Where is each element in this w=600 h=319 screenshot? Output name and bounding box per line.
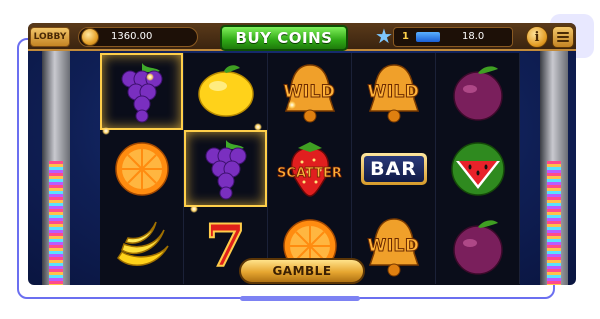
reel-cell-banana <box>100 207 184 284</box>
reel-cell-scatter: SCATTER <box>268 130 352 207</box>
reel-cell-orange <box>100 130 184 207</box>
reel-cell-wild: WILD <box>268 53 352 130</box>
sparkle <box>102 127 110 135</box>
bar-label: BAR <box>363 155 424 182</box>
right-pillar <box>540 51 568 285</box>
sparkle <box>254 123 262 131</box>
reel-cell-plum <box>436 207 520 284</box>
slot-game: LOBBY 1360.00 BUY COINS ★ 1 18.0 i WILD … <box>28 23 576 285</box>
coin-balance: 1360.00 <box>78 27 198 47</box>
wild-label: WILD <box>283 81 336 102</box>
lemon-icon <box>197 64 254 117</box>
level-progress-bar <box>416 32 440 42</box>
sparkle <box>190 205 198 213</box>
plum-icon <box>452 65 503 121</box>
banana-icon <box>116 221 169 266</box>
gamble-button[interactable]: GAMBLE <box>239 258 365 284</box>
menu-button[interactable] <box>552 26 574 48</box>
wild-label: WILD <box>367 235 420 256</box>
star-icon: ★ <box>375 24 393 48</box>
plum-icon <box>452 219 503 275</box>
sparkle <box>288 101 296 109</box>
level-bet-panel: 1 18.0 <box>393 27 513 47</box>
coin-icon <box>81 28 99 46</box>
left-pillar-lights <box>49 161 63 285</box>
sparkle <box>146 73 154 81</box>
reel-cell-plum <box>436 53 520 130</box>
coin-balance-value: 1360.00 <box>111 31 153 42</box>
reel-cell-wild: WILD <box>352 53 436 130</box>
buy-coins-button[interactable]: BUY COINS <box>220 25 348 51</box>
right-pillar-lights <box>547 161 561 285</box>
watermelon-icon <box>450 141 505 196</box>
grapes-icon <box>121 62 162 122</box>
bet-value: 18.0 <box>462 31 485 42</box>
orange-icon <box>114 141 169 196</box>
reel-cell-watermelon <box>436 130 520 207</box>
wild-label: WILD <box>367 81 420 102</box>
reels-grid: WILD WILD SCATTER BAR 7 WILD <box>100 53 520 285</box>
reel-cell-grapes <box>100 53 184 130</box>
left-pillar <box>42 51 70 285</box>
reel-cell-bar: BAR <box>352 130 436 207</box>
top-bar: LOBBY 1360.00 BUY COINS ★ 1 18.0 i <box>28 23 576 51</box>
reel-cell-lemon <box>184 53 268 130</box>
level-value: 1 <box>402 31 409 42</box>
lobby-button[interactable]: LOBBY <box>30 27 70 47</box>
decorative-bottom-bar <box>240 296 360 301</box>
scatter-label: SCATTER <box>277 166 343 182</box>
grapes-icon <box>205 139 246 199</box>
info-button[interactable]: i <box>526 26 548 48</box>
reel-cell-grapes <box>184 130 268 207</box>
bar-badge: BAR <box>360 152 427 185</box>
